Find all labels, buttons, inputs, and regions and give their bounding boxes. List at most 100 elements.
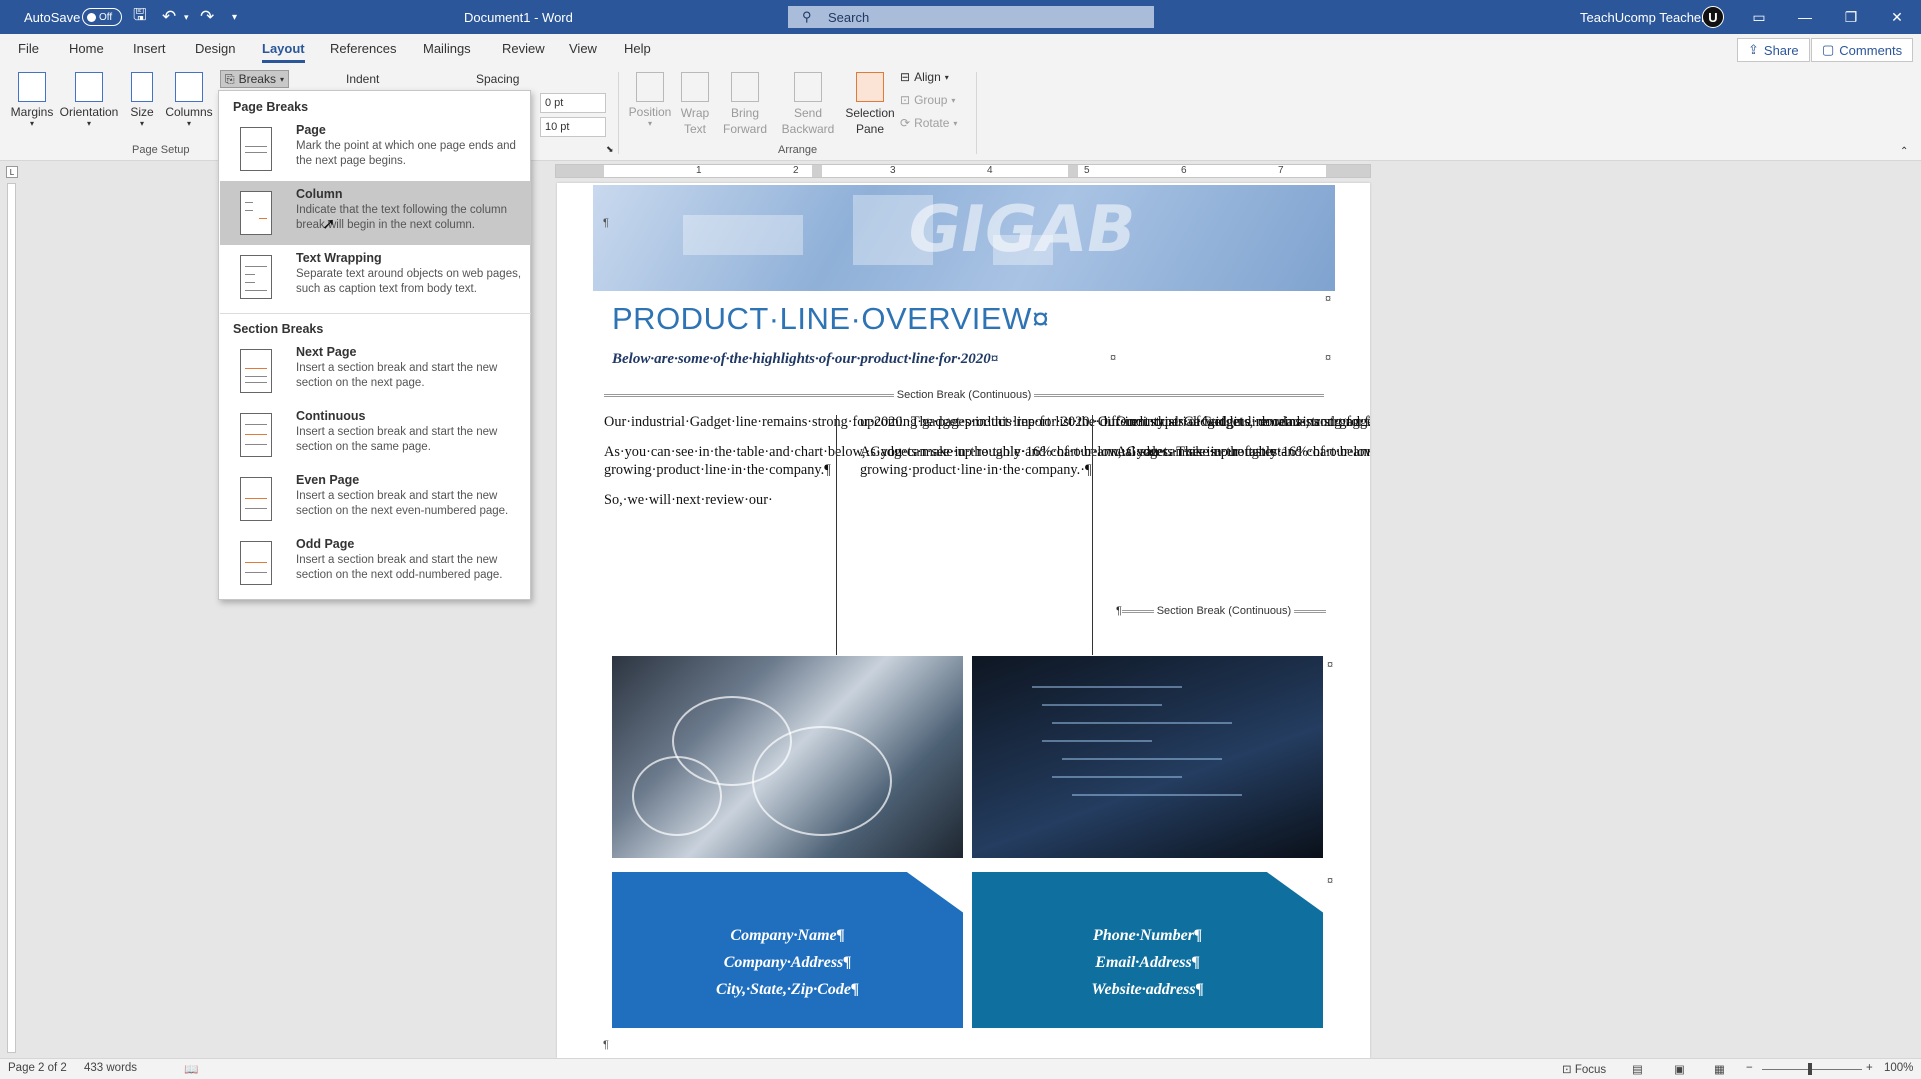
zoom-out-icon[interactable]: − [1746, 1062, 1753, 1074]
comments-button[interactable]: ▢ Comments [1811, 38, 1914, 62]
focus-button[interactable]: ⊡ Focus [1562, 1062, 1606, 1076]
tab-insert[interactable]: Insert [133, 41, 166, 56]
menu-item-page-break[interactable]: Page Mark the point at which one page en… [220, 117, 531, 181]
menu-item-next-page[interactable]: Next Page Insert a section break and sta… [220, 339, 531, 403]
ribbon-display-options-icon[interactable]: ▭ [1736, 0, 1782, 34]
columns-button[interactable]: Columns ▾ [164, 72, 214, 128]
document-page[interactable]: GIGAB ¶ PRODUCT·LINE·OVERVIEW¤ Below·are… [557, 183, 1370, 1058]
send-backward-button[interactable]: Send Backward [776, 72, 840, 137]
column-3[interactable]: Our·industrial·Gadget·line·remains·stron… [1116, 413, 1370, 473]
tab-home[interactable]: Home [69, 41, 104, 56]
menu-item-even-page[interactable]: Even Page Insert a section break and sta… [220, 467, 531, 531]
column-divider [1092, 415, 1093, 655]
menu-item-column-break[interactable]: Column Indicate that the text following … [220, 181, 531, 245]
autosave-toggle[interactable]: Off [82, 0, 122, 34]
page-count[interactable]: Page 2 of 2 [8, 1062, 67, 1074]
user-avatar[interactable]: U [1702, 0, 1724, 34]
breaks-icon: ⎘ [225, 71, 235, 86]
contact-info-card[interactable]: Phone·Number¶ Email·Address¶ Website·add… [972, 872, 1323, 1028]
cell-marker: ¤ [1327, 659, 1334, 671]
doc-title[interactable]: PRODUCT·LINE·OVERVIEW¤ [612, 301, 1050, 337]
column-1[interactable]: Our·industrial·Gadget·line·remains·stron… [604, 413, 1370, 521]
page-setup-group-label: Page Setup [132, 144, 190, 156]
close-icon[interactable]: ✕ [1874, 0, 1920, 34]
tab-design[interactable]: Design [195, 41, 235, 56]
tab-help[interactable]: Help [624, 41, 651, 56]
col3-paragraph-2: As·you·can·see·in·the·table·and·chart·be… [1116, 444, 1370, 460]
position-button[interactable]: Position ▾ [622, 72, 678, 128]
share-button[interactable]: ⇪ Share [1737, 38, 1810, 62]
align-button[interactable]: ⊟ Align ▾ [900, 70, 949, 84]
col2-paragraph-2: As·you·can·see·in·the·table·and·chart·be… [860, 444, 1370, 478]
column-2[interactable]: upcoming·gadget·product·line·for·2020.·O… [860, 413, 1370, 491]
read-mode-icon[interactable]: ▤ [1632, 1062, 1643, 1076]
banner-text: GIGAB [901, 193, 1142, 267]
ribbon-separator [618, 72, 619, 154]
user-name[interactable]: TeachUcomp Teacher [1580, 0, 1706, 34]
spacing-before-input[interactable]: 0 pt [540, 93, 606, 113]
company-info-card[interactable]: Company·Name¶ Company·Address¶ City,·Sta… [612, 872, 963, 1028]
col2-paragraph-1: upcoming·gadget·product·line·for·2020.·O… [860, 414, 1370, 430]
ribbon-separator [976, 72, 977, 154]
zoom-level[interactable]: 100% [1884, 1062, 1913, 1074]
tab-references[interactable]: References [330, 41, 396, 56]
margins-button[interactable]: Margins ▾ [10, 72, 54, 128]
orientation-button[interactable]: Orientation ▾ [58, 72, 120, 128]
paragraph-dialog-launcher-icon[interactable]: ⬊ [606, 144, 614, 155]
collapse-ribbon-icon[interactable]: ⌃ [1900, 146, 1908, 157]
word-count[interactable]: 433 words [84, 1062, 137, 1074]
paragraph-mark: ¶ [603, 217, 609, 229]
tab-view[interactable]: View [569, 41, 597, 56]
search-box[interactable]: ⚲ Search [788, 6, 1154, 28]
tab-mailings[interactable]: Mailings [423, 41, 471, 56]
undo-dropdown-icon[interactable]: ▾ [184, 0, 189, 34]
tab-file[interactable]: File [18, 41, 39, 56]
toggle-knob-icon [87, 12, 96, 22]
rotate-icon: ⟳ [900, 116, 911, 130]
code-screen-photo[interactable] [972, 656, 1323, 858]
proofing-icon[interactable]: 📖 [184, 1062, 198, 1076]
zoom-in-icon[interactable]: + [1866, 1062, 1873, 1074]
ruler-number: 3 [890, 165, 896, 176]
tab-selector-icon[interactable]: L [6, 166, 18, 178]
ribbon-tabs: File Home Insert Design Layout Reference… [0, 34, 1921, 66]
zoom-slider-thumb[interactable] [1808, 1063, 1812, 1075]
wrap-text-button[interactable]: Wrap Text [678, 72, 712, 137]
save-icon[interactable]: 🖫 [133, 0, 147, 34]
web-layout-icon[interactable]: ▦ [1714, 1062, 1725, 1076]
section-break-continuous: Section Break (Continuous) [604, 389, 1325, 401]
col3-paragraph-1: Our·industrial·Gadget·line·remains·stron… [1116, 414, 1370, 430]
restore-icon[interactable]: ❐ [1828, 0, 1874, 34]
menu-item-odd-page[interactable]: Odd Page Insert a section break and star… [220, 531, 531, 595]
undo-icon[interactable]: ↶ [162, 0, 176, 34]
banner-image[interactable]: GIGAB [593, 185, 1335, 291]
odd-page-icon [240, 541, 272, 585]
zoom-slider[interactable] [1762, 1069, 1862, 1070]
doc-subtitle[interactable]: Below·are·some·of·the·highlights·of·our·… [612, 351, 998, 368]
spacing-after-input[interactable]: 10 pt [540, 117, 606, 137]
menu-item-continuous[interactable]: Continuous Insert a section break and st… [220, 403, 531, 467]
phone-number: Phone·Number¶ [1093, 927, 1202, 944]
breaks-button[interactable]: ⎘ Breaks ▾ [220, 70, 289, 88]
page-breaks-header: Page Breaks [233, 100, 309, 114]
text-wrapping-icon [240, 255, 272, 299]
selection-pane-button[interactable]: Selection Pane [842, 72, 898, 137]
tab-review[interactable]: Review [502, 41, 545, 56]
rotate-button[interactable]: ⟳ Rotate ▾ [900, 116, 957, 130]
customize-qat-icon[interactable]: ▾ [232, 0, 237, 34]
print-layout-icon[interactable]: ▣ [1674, 1062, 1685, 1076]
redo-icon[interactable]: ↷ [200, 0, 214, 34]
company-address: Company·Address¶ [723, 954, 852, 971]
bring-forward-button[interactable]: Bring Forward [716, 72, 774, 137]
horizontal-ruler[interactable]: 1 2 3 4 5 6 7 [555, 164, 1371, 178]
minimize-icon[interactable]: — [1782, 0, 1828, 34]
spacing-label: Spacing [476, 72, 520, 86]
city-state-zip: City,·State,·Zip·Code¶ [716, 981, 859, 998]
group-button[interactable]: ⊡ Group ▾ [900, 93, 955, 107]
network-cables-photo[interactable] [612, 656, 963, 858]
columns-icon [175, 72, 203, 102]
menu-item-text-wrapping-break[interactable]: Text Wrapping Separate text around objec… [220, 245, 531, 309]
size-button[interactable]: Size ▾ [124, 72, 160, 128]
ruler-number: 4 [987, 165, 993, 176]
tab-layout[interactable]: Layout [262, 41, 305, 63]
